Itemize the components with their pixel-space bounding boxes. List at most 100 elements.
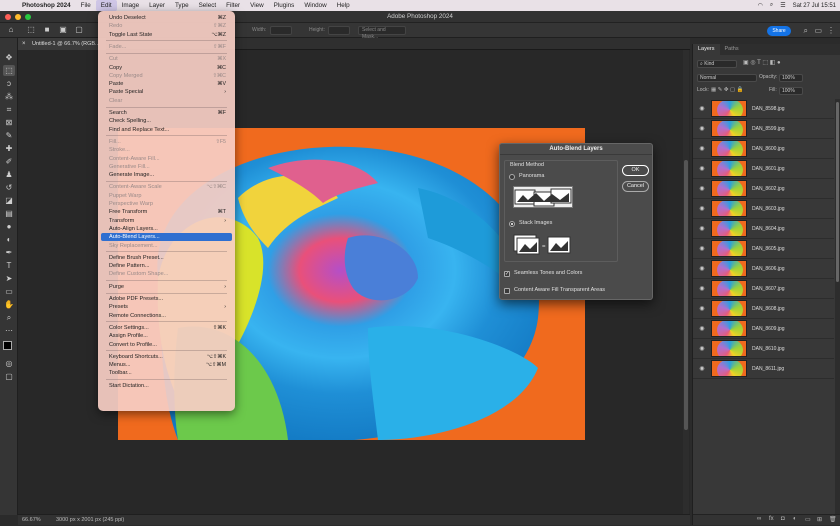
seamless-tones-checkbox[interactable]: ✓ bbox=[504, 271, 510, 277]
layer-row[interactable]: ◉ DAN_8604.jpg bbox=[693, 219, 834, 239]
select-and-mask-button[interactable]: Select and Mask... bbox=[358, 26, 406, 40]
frame-tool-icon[interactable]: ⊠ bbox=[3, 117, 15, 128]
move-tool-icon[interactable]: ✥ bbox=[3, 52, 15, 63]
hand-tool-icon[interactable]: ✋ bbox=[3, 299, 15, 310]
layer-row[interactable]: ◉ DAN_8607.jpg bbox=[693, 279, 834, 299]
quick-mask-icon[interactable]: ◎ bbox=[3, 358, 15, 369]
workspace-icon[interactable]: ▭ bbox=[814, 26, 822, 35]
seamless-tones-label[interactable]: Seamless Tones and Colors bbox=[514, 270, 582, 276]
visibility-eye-icon[interactable]: ◉ bbox=[696, 345, 708, 352]
document-info[interactable]: 3000 px x 2001 px (245 ppi) bbox=[56, 515, 124, 526]
document-tab[interactable]: × Untitled-1 @ 66.7% (RGB... bbox=[18, 38, 106, 50]
layer-kind-filter[interactable]: ⌕ Kind bbox=[697, 60, 737, 68]
zoom-tool-icon[interactable]: ⌕ bbox=[3, 312, 15, 323]
history-brush-tool-icon[interactable]: ↺ bbox=[3, 182, 15, 193]
marquee-tool-icon[interactable]: ⬚ bbox=[26, 25, 36, 35]
menu-type[interactable]: Type bbox=[170, 0, 194, 11]
menu-item-fill[interactable]: Fill... ⇧F5 bbox=[101, 138, 232, 146]
menu-item-generative-fill[interactable]: Generative Fill... bbox=[101, 163, 232, 171]
menu-view[interactable]: View bbox=[245, 0, 269, 11]
width-field[interactable] bbox=[270, 26, 292, 35]
menu-item-stroke[interactable]: Stroke... bbox=[101, 146, 232, 154]
home-icon[interactable]: ⌂ bbox=[6, 25, 16, 35]
menu-item-generate-image[interactable]: Generate Image... bbox=[101, 171, 232, 179]
visibility-eye-icon[interactable]: ◉ bbox=[696, 125, 708, 132]
scrollbar-thumb[interactable] bbox=[684, 160, 688, 430]
layer-row[interactable]: ◉ DAN_8598.jpg bbox=[693, 99, 834, 119]
menu-item-convert-to-profile[interactable]: Convert to Profile... bbox=[101, 341, 232, 349]
adjustment-layer-icon[interactable]: ◐ bbox=[793, 516, 797, 522]
dodge-tool-icon[interactable]: ◐ bbox=[3, 234, 15, 245]
menu-app-name[interactable]: Photoshop 2024 bbox=[17, 0, 76, 11]
menu-item-presets[interactable]: Presets › bbox=[101, 303, 232, 311]
layer-row[interactable]: ◉ DAN_8603.jpg bbox=[693, 199, 834, 219]
menu-item-check-spelling[interactable]: Check Spelling... bbox=[101, 117, 232, 125]
visibility-eye-icon[interactable]: ◉ bbox=[696, 325, 708, 332]
filter-icons[interactable]: ▣ ◎ T ⬚ ◧ ● bbox=[743, 59, 781, 68]
layer-row[interactable]: ◉ DAN_8602.jpg bbox=[693, 179, 834, 199]
layer-row[interactable]: ◉ DAN_8605.jpg bbox=[693, 239, 834, 259]
clock[interactable]: Sat 27 Jul 15:51 bbox=[793, 3, 836, 9]
close-tab-icon[interactable]: × bbox=[22, 38, 26, 50]
menu-item-remote-connections[interactable]: Remote Connections... bbox=[101, 312, 232, 320]
visibility-eye-icon[interactable]: ◉ bbox=[696, 185, 708, 192]
stack-images-label[interactable]: Stack Images bbox=[519, 220, 552, 226]
menu-item-define-pattern[interactable]: Define Pattern... bbox=[101, 262, 232, 270]
add-selection-icon[interactable]: ▣ bbox=[58, 25, 68, 35]
more-tools-icon[interactable]: ⋯ bbox=[3, 325, 15, 336]
add-mask-icon[interactable]: ◘ bbox=[781, 516, 785, 522]
search-icon[interactable]: ⌕ bbox=[770, 2, 773, 9]
menu-item-define-brush-preset[interactable]: Define Brush Preset... bbox=[101, 254, 232, 262]
layer-style-icon[interactable]: fx bbox=[769, 516, 774, 522]
layer-row[interactable]: ◉ DAN_8610.jpg bbox=[693, 339, 834, 359]
menu-filter[interactable]: Filter bbox=[221, 0, 245, 11]
layer-row[interactable]: ◉ DAN_8606.jpg bbox=[693, 259, 834, 279]
blur-tool-icon[interactable]: ● bbox=[3, 221, 15, 232]
visibility-eye-icon[interactable]: ◉ bbox=[696, 105, 708, 112]
new-layer-icon[interactable]: ⊞ bbox=[817, 516, 822, 523]
lock-icons[interactable]: ▦ ✎ ✥ ▢ 🔒 bbox=[711, 86, 744, 95]
visibility-eye-icon[interactable]: ◉ bbox=[696, 165, 708, 172]
panel-toggle-icon[interactable]: ⋮ bbox=[827, 26, 835, 35]
layer-row[interactable]: ◉ DAN_8600.jpg bbox=[693, 139, 834, 159]
menu-item-assign-profile[interactable]: Assign Profile... bbox=[101, 332, 232, 340]
visibility-eye-icon[interactable]: ◉ bbox=[696, 265, 708, 272]
menu-item-define-custom-shape[interactable]: Define Custom Shape... bbox=[101, 270, 232, 278]
clone-stamp-tool-icon[interactable]: ♟ bbox=[3, 169, 15, 180]
menu-plugins[interactable]: Plugins bbox=[269, 0, 300, 11]
delete-layer-icon[interactable]: 🗑 bbox=[829, 516, 837, 523]
content-aware-fill-checkbox[interactable] bbox=[504, 288, 510, 294]
menu-item-paste[interactable]: Paste ⌘V bbox=[101, 80, 232, 88]
tab-paths[interactable]: Paths bbox=[720, 44, 744, 55]
menu-item-auto-blend-layers[interactable]: Auto-Blend Layers... bbox=[101, 233, 232, 242]
link-layers-icon[interactable]: ∞ bbox=[757, 516, 761, 522]
menu-item-keyboard-shortcuts[interactable]: Keyboard Shortcuts... ⌥⇧⌘K bbox=[101, 353, 232, 361]
height-field[interactable] bbox=[328, 26, 350, 35]
marquee-tool-icon[interactable]: ⬚ bbox=[3, 65, 15, 76]
screen-mode-icon[interactable]: ▢ bbox=[3, 371, 15, 382]
search-icon[interactable]: ⌕ bbox=[804, 26, 808, 35]
visibility-eye-icon[interactable]: ◉ bbox=[696, 365, 708, 372]
new-selection-icon[interactable]: ■ bbox=[42, 25, 52, 35]
menu-item-redo[interactable]: Redo ⇧⌘Z bbox=[101, 22, 232, 30]
menu-item-paste-special[interactable]: Paste Special › bbox=[101, 88, 232, 96]
subtract-selection-icon[interactable]: ▢ bbox=[74, 25, 84, 35]
menu-item-cut[interactable]: Cut ⌘X bbox=[101, 55, 232, 63]
menu-item-undo-deselect[interactable]: Undo Deselect ⌘Z bbox=[101, 14, 232, 22]
menu-item-toolbar[interactable]: Toolbar... bbox=[101, 369, 232, 377]
menu-item-fade[interactable]: Fade... ⇧⌘F bbox=[101, 43, 232, 51]
layer-row[interactable]: ◉ DAN_8611.jpg bbox=[693, 359, 834, 379]
opacity-field[interactable]: 100% bbox=[779, 74, 803, 82]
lasso-tool-icon[interactable]: ↄ bbox=[3, 78, 15, 89]
menu-item-sky-replacement[interactable]: Sky Replacement... bbox=[101, 242, 232, 250]
menu-item-content-aware-fill[interactable]: Content-Aware Fill... bbox=[101, 155, 232, 163]
foreground-color-swatch[interactable] bbox=[3, 341, 12, 350]
tab-layers[interactable]: Layers bbox=[693, 44, 720, 55]
menu-image[interactable]: Image bbox=[117, 0, 145, 11]
rectangle-tool-icon[interactable]: ▭ bbox=[3, 286, 15, 297]
menu-item-copy-merged[interactable]: Copy Merged ⇧⌘C bbox=[101, 72, 232, 80]
path-selection-tool-icon[interactable]: ➤ bbox=[3, 273, 15, 284]
panorama-label[interactable]: Panorama bbox=[519, 173, 544, 179]
panorama-radio[interactable] bbox=[509, 174, 515, 180]
brush-tool-icon[interactable]: ✐ bbox=[3, 156, 15, 167]
